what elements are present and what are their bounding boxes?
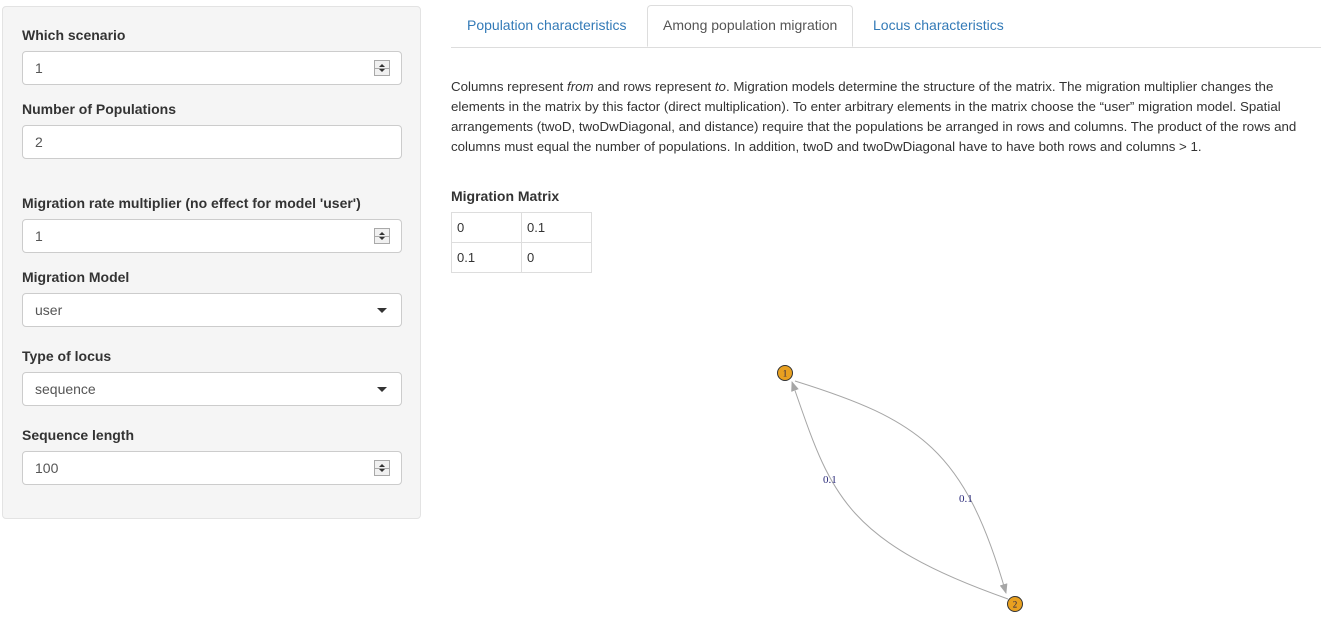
edge-label-2-to-1: 0.1 [823, 474, 837, 486]
locus-type-label: Type of locus [22, 348, 112, 364]
migration-multiplier-label: Migration rate multiplier (no effect for… [22, 195, 361, 211]
sequence-length-label: Sequence length [22, 427, 135, 443]
locus-type-value: sequence [35, 381, 96, 397]
stepper-down-icon[interactable] [379, 69, 385, 72]
matrix-cell[interactable]: 0 [451, 212, 522, 243]
edge-label-1-to-2: 0.1 [959, 493, 973, 505]
stepper-up-icon[interactable] [379, 232, 385, 235]
sidebar-panel: Which scenario 1 Number of Populations 2… [2, 6, 421, 519]
migration-matrix-title: Migration Matrix [451, 188, 560, 204]
scenario-label: Which scenario [22, 27, 126, 43]
migration-multiplier-value: 1 [35, 228, 43, 244]
tab-population-characteristics[interactable]: Population characteristics [452, 5, 642, 46]
migration-multiplier-input[interactable]: 1 [22, 219, 402, 253]
migration-edge-2-to-1 [791, 381, 1009, 600]
scenario-input[interactable]: 1 [22, 51, 402, 85]
tab-among-population-migration[interactable]: Among population migration [647, 5, 854, 47]
population-node-1-label: 1 [783, 369, 788, 379]
description-text: and rows represent [593, 79, 715, 94]
migration-edge-1-to-2 [794, 380, 1008, 594]
population-node-2-label: 2 [1013, 600, 1018, 610]
locus-type-select[interactable]: sequence [22, 372, 402, 406]
chevron-down-icon[interactable] [377, 308, 387, 313]
stepper-down-icon[interactable] [379, 237, 385, 240]
migration-model-label: Migration Model [22, 269, 130, 285]
matrix-row: 0.1 0 [451, 242, 592, 273]
num-populations-input[interactable]: 2 [22, 125, 402, 159]
migration-model-select[interactable]: user [22, 293, 402, 327]
num-populations-value: 2 [35, 134, 43, 150]
stepper-up-icon[interactable] [379, 64, 385, 67]
description-to: to [714, 79, 726, 94]
migration-matrix: 0 0.1 0.1 0 [451, 212, 592, 273]
num-populations-label: Number of Populations [22, 101, 176, 117]
description-text: Columns represent [451, 79, 568, 94]
sequence-length-value: 100 [35, 460, 59, 476]
tab-locus-characteristics[interactable]: Locus characteristics [858, 5, 1019, 46]
matrix-row: 0 0.1 [451, 212, 592, 243]
scenario-stepper[interactable] [374, 60, 390, 76]
chevron-down-icon[interactable] [377, 387, 387, 392]
migration-model-value: user [35, 302, 63, 318]
description-from: from [567, 79, 594, 94]
matrix-cell[interactable]: 0 [521, 242, 592, 273]
migration-network-graph: 0.1 0.1 1 2 [777, 365, 1023, 612]
matrix-cell[interactable]: 0.1 [521, 212, 592, 243]
stepper-down-icon[interactable] [379, 469, 385, 472]
migration-description: Columns represent from and rows represen… [451, 77, 1323, 157]
sequence-length-input[interactable]: 100 [22, 451, 402, 485]
migration-multiplier-stepper[interactable] [374, 228, 390, 244]
scenario-value: 1 [35, 60, 43, 76]
stepper-up-icon[interactable] [379, 464, 385, 467]
sequence-length-stepper[interactable] [374, 460, 390, 476]
matrix-cell[interactable]: 0.1 [451, 242, 522, 273]
tab-bar: Population characteristics Among populat… [451, 5, 1321, 48]
